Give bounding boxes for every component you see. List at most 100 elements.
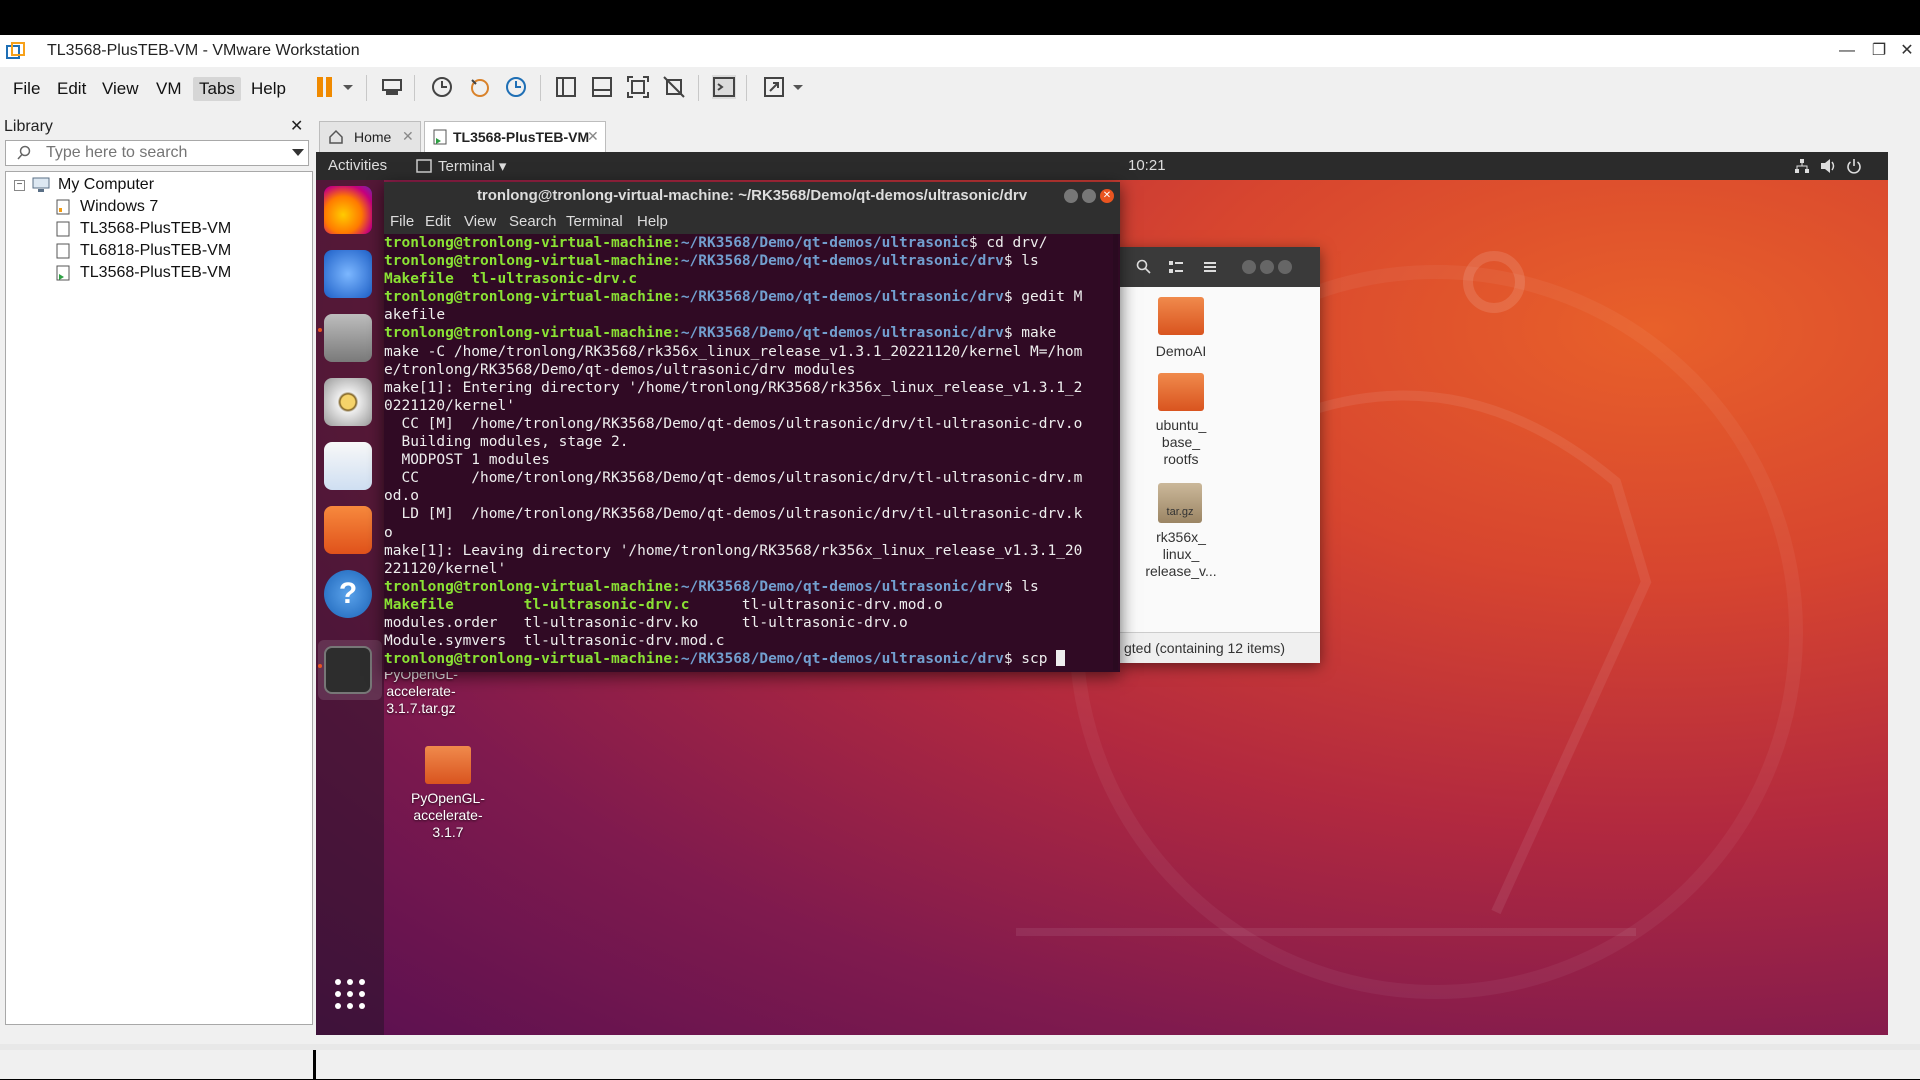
close-button[interactable]: ✕	[1892, 39, 1920, 63]
file-item-rk356x-linux-release[interactable]: rk356x_ linux_ release_v...	[1136, 529, 1226, 580]
power-icon[interactable]	[1846, 158, 1862, 174]
terminal-line: Module.symvers tl-ultrasonic-drv.mod.c	[384, 632, 1120, 650]
files-status-bar: gted (containing 12 items)	[1120, 632, 1320, 663]
running-indicator	[318, 664, 322, 668]
thunderbird-icon[interactable]	[324, 250, 372, 298]
chevron-down-icon[interactable]	[342, 75, 354, 99]
collapse-toggle-icon[interactable]: −	[14, 180, 25, 191]
menu-edit[interactable]: Edit	[51, 77, 92, 101]
snapshot-manager-icon[interactable]	[504, 75, 528, 99]
tree-item-tl3568-vm-running[interactable]: TL3568-PlusTEB-VM	[80, 262, 231, 284]
dropdown-arrow-icon[interactable]	[292, 149, 304, 157]
libreoffice-writer-icon[interactable]	[324, 442, 372, 490]
desktop-item-pyopengl-folder[interactable]: PyOpenGL- accelerate- 3.1.7	[398, 790, 498, 841]
files-window[interactable]: DemoAI ubuntu_ base_ rootfs tar.gz rk356…	[1120, 247, 1320, 663]
unity-mode-icon[interactable]	[662, 75, 686, 99]
rhythmbox-icon[interactable]	[324, 378, 372, 426]
minimize-icon[interactable]	[1064, 189, 1078, 203]
send-keys-icon[interactable]	[380, 75, 404, 99]
tree-item-my-computer[interactable]: My Computer	[58, 174, 154, 196]
menu-view[interactable]: View	[96, 77, 145, 101]
desktop-item-pyopengl-tar[interactable]: PyOpenGL- accelerate- 3.1.7.tar.gz	[371, 666, 471, 717]
terminal-line: Makefile tl-ultrasonic-drv.c	[384, 270, 1120, 288]
terminal-text: akefile	[384, 307, 446, 324]
desktop-item-label: PyOpenGL- accelerate- 3.1.7	[411, 790, 485, 840]
status-bar	[0, 1044, 1920, 1050]
terminal-line: tronlong@tronlong-virtual-machine:~/RK35…	[384, 324, 1120, 342]
tab-close-icon[interactable]: ✕	[402, 128, 414, 145]
minimize-icon[interactable]	[1242, 260, 1256, 274]
archive-icon[interactable]: tar.gz	[1158, 483, 1202, 523]
console-view-icon[interactable]	[712, 75, 736, 99]
terminal-line: od.o	[384, 487, 1120, 505]
tree-item-tl3568-vm[interactable]: TL3568-PlusTEB-VM	[80, 218, 231, 240]
full-screen-icon[interactable]	[626, 75, 650, 99]
terminal-icon[interactable]	[324, 646, 372, 694]
terminal-menu-search[interactable]: Search	[509, 213, 557, 230]
tab-home-label: Home	[354, 129, 392, 145]
terminal-menu-edit[interactable]: Edit	[425, 213, 451, 230]
terminal-window[interactable]: tronlong@tronlong-virtual-machine: ~/RK3…	[384, 182, 1120, 672]
prompt-path: ~/RK3568/Demo/qt-demos/ultrasonic/drv	[680, 578, 1004, 595]
library-close-button[interactable]: ✕	[290, 116, 303, 136]
menu-help[interactable]: Help	[245, 77, 292, 101]
terminal-menu-view[interactable]: View	[464, 213, 496, 230]
library-search-input[interactable]	[44, 143, 278, 163]
app-menu-button[interactable]: Terminal ▾	[438, 157, 506, 175]
window-title: TL3568-PlusTEB-VM - VMware Workstation	[47, 42, 360, 59]
menu-vm[interactable]: VM	[150, 77, 188, 101]
terminal-line: LD [M] /home/tronlong/RK3568/Demo/qt-dem…	[384, 505, 1120, 523]
tree-item-tl6818-vm[interactable]: TL6818-PlusTEB-VM	[80, 240, 231, 262]
maximize-icon[interactable]	[1082, 189, 1096, 203]
firefox-icon[interactable]	[324, 186, 372, 234]
terminal-line: tronlong@tronlong-virtual-machine:~/RK35…	[384, 578, 1120, 596]
tab-home[interactable]: Home ✕	[319, 121, 421, 153]
files-icon[interactable]	[324, 314, 372, 362]
terminal-scrollbar[interactable]	[1113, 234, 1118, 670]
volume-icon[interactable]	[1820, 158, 1838, 174]
network-icon[interactable]	[1794, 158, 1810, 174]
tab-tl3568-vm[interactable]: TL3568-PlusTEB-VM ✕	[424, 121, 606, 153]
thumbnail-view-icon[interactable]	[590, 75, 614, 99]
terminal-output[interactable]: tronlong@tronlong-virtual-machine:~/RK35…	[384, 234, 1120, 672]
vm-icon	[56, 243, 70, 259]
activities-button[interactable]: Activities	[328, 157, 387, 174]
files-header-bar	[1120, 247, 1320, 287]
snapshot-icon[interactable]	[430, 75, 454, 99]
toolbar-separator	[746, 75, 747, 101]
clock[interactable]: 10:21	[1128, 157, 1166, 174]
chevron-down-icon[interactable]	[792, 75, 804, 99]
title-bar: TL3568-PlusTEB-VM - VMware Workstation —…	[0, 35, 1920, 67]
minimize-button[interactable]: —	[1832, 39, 1862, 63]
tree-item-windows7[interactable]: Windows 7	[80, 196, 158, 218]
file-item-demoai[interactable]: DemoAI	[1136, 343, 1226, 360]
close-icon[interactable]	[1278, 260, 1292, 274]
terminal-menu-help[interactable]: Help	[637, 213, 668, 230]
revert-snapshot-icon[interactable]	[468, 75, 492, 99]
stretch-guest-icon[interactable]	[762, 75, 786, 99]
folder-icon[interactable]	[1158, 297, 1204, 335]
search-icon[interactable]	[1136, 259, 1152, 275]
library-view-icon[interactable]	[554, 75, 578, 99]
toolbar-separator	[540, 75, 541, 101]
folder-icon[interactable]	[425, 746, 471, 784]
menu-tabs[interactable]: Tabs	[193, 77, 241, 101]
tab-close-icon[interactable]: ✕	[587, 128, 599, 145]
help-icon[interactable]: ?	[324, 570, 372, 618]
software-center-icon[interactable]	[324, 506, 372, 554]
menu-icon[interactable]	[1202, 259, 1218, 275]
restore-button[interactable]: ❐	[1864, 39, 1894, 63]
folder-icon[interactable]	[1158, 373, 1204, 411]
pause-icon[interactable]	[314, 75, 338, 99]
list-view-icon[interactable]	[1168, 259, 1184, 275]
menu-file[interactable]: File	[7, 77, 46, 101]
terminal-menu-terminal[interactable]: Terminal	[566, 213, 623, 230]
maximize-icon[interactable]	[1260, 260, 1274, 274]
show-applications-icon[interactable]	[334, 978, 366, 1010]
terminal-text: CC [M] /home/tronlong/RK3568/Demo/qt-dem…	[384, 415, 1083, 432]
library-title: Library	[4, 118, 53, 135]
file-item-ubuntu-base-rootfs[interactable]: ubuntu_ base_ rootfs	[1136, 417, 1226, 468]
guest-screen[interactable]: Activities Terminal ▾ 10:21 ? PyOpenGL- …	[316, 152, 1888, 1035]
close-icon[interactable]: ✕	[1100, 189, 1114, 203]
terminal-menu-file[interactable]: File	[390, 213, 414, 230]
